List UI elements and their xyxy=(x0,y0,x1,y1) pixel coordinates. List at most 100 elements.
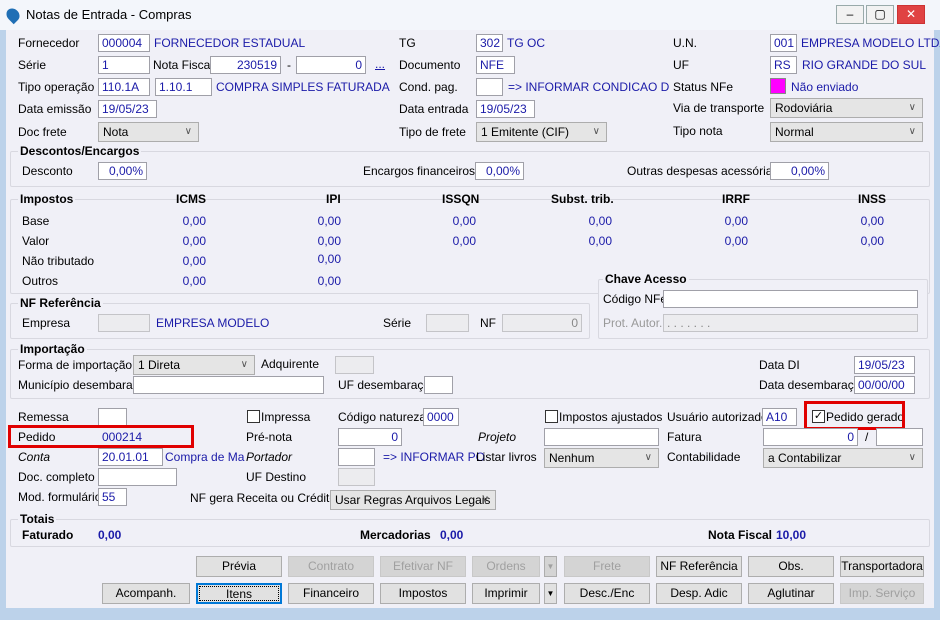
tg-input[interactable]: 302 xyxy=(476,34,503,52)
close-button[interactable]: ✕ xyxy=(897,5,925,24)
status-nfe-label: Status NFe xyxy=(673,80,734,94)
codigo-nfe-input[interactable] xyxy=(663,290,918,308)
financeiro-button[interactable]: Financeiro xyxy=(288,583,374,604)
fatura-label: Fatura xyxy=(667,430,702,444)
maximize-button[interactable]: ▢ xyxy=(866,5,894,24)
nf-referencia-button[interactable]: NF Referência xyxy=(656,556,742,577)
outras-input[interactable]: 0,00% xyxy=(770,162,829,180)
mercadorias-value: 0,00 xyxy=(440,528,464,542)
impressa-checkbox[interactable] xyxy=(247,410,260,423)
mercadorias-label: Mercadorias xyxy=(360,528,431,542)
row-label: Base xyxy=(22,214,50,228)
listar-livros-select[interactable]: Nenhum xyxy=(544,448,659,468)
col-icms: ICMS xyxy=(176,192,206,206)
desc-enc-button[interactable]: Desc./Enc xyxy=(564,583,650,604)
cell-value: 0,00 xyxy=(182,234,206,248)
data-di-input[interactable]: 19/05/23 xyxy=(854,356,915,374)
col-irrf: IRRF xyxy=(722,192,750,206)
usuario-autorizado-input[interactable]: A10 xyxy=(762,408,797,426)
uf-desembaraco-input[interactable] xyxy=(424,376,453,394)
tipo-operacao-desc: COMPRA SIMPLES FATURADA ( 0 ve: xyxy=(216,80,392,94)
pre-nota-input[interactable]: 0 xyxy=(338,428,402,446)
fatura-input[interactable]: 0 xyxy=(763,428,858,446)
outras-label: Outras despesas acessórias xyxy=(627,164,779,178)
data-desembaraco-input[interactable]: 00/00/00 xyxy=(854,376,915,394)
desconto-input[interactable]: 0,00% xyxy=(98,162,147,180)
nota-fiscal-input[interactable]: 230519 xyxy=(210,56,281,74)
obs-button[interactable]: Obs. xyxy=(748,556,834,577)
contrato-button[interactable]: Contrato xyxy=(288,556,374,577)
contabilidade-select[interactable]: a Contabilizar xyxy=(763,448,923,468)
nf-ref-serie-input[interactable] xyxy=(426,314,469,332)
nf-ref-nf-input[interactable]: 0 xyxy=(502,314,582,332)
impostos-ajustados-label: Impostos ajustados xyxy=(559,410,663,424)
previa-button[interactable]: Prévia xyxy=(196,556,282,577)
imp-servico-button[interactable]: Imp. Serviço xyxy=(840,583,924,604)
row-label: Valor xyxy=(22,234,50,248)
nf-gera-select[interactable]: Usar Regras Arquivos Legais xyxy=(330,490,496,510)
imprimir-dropdown-arrow-icon[interactable]: ▼ xyxy=(544,583,557,604)
imprimir-button[interactable]: Imprimir xyxy=(472,583,540,604)
ordens-button[interactable]: Ordens xyxy=(472,556,540,577)
cond-pag-input[interactable] xyxy=(476,78,503,96)
transportadora-button[interactable]: Transportadora xyxy=(840,556,924,577)
fatura2-input[interactable] xyxy=(876,428,923,446)
cell-value: 0,00 xyxy=(860,234,884,248)
nf-gera-label: NF gera Receita ou Crédito xyxy=(190,491,337,505)
itens-button[interactable]: Itens xyxy=(196,583,282,604)
tipo-frete-select[interactable]: 1 Emitente (CIF) xyxy=(476,122,607,142)
uf-destino-input[interactable] xyxy=(338,468,375,486)
status-nfe: Não enviado xyxy=(791,80,859,94)
prot-autor-input[interactable]: . . . . . . . xyxy=(663,314,918,332)
col-inss: INSS xyxy=(858,192,887,206)
empresa-input[interactable] xyxy=(98,314,150,332)
portador-input[interactable] xyxy=(338,448,375,466)
data-di-label: Data DI xyxy=(759,358,800,372)
mod-formulario-label: Mod. formulário xyxy=(18,490,102,504)
serie-input[interactable]: 1 xyxy=(98,56,150,74)
documento-input[interactable]: NFE xyxy=(476,56,515,74)
adquirente-input[interactable] xyxy=(335,356,374,374)
nota-fiscal-total-value: 10,00 xyxy=(776,528,807,542)
data-entrada-input[interactable]: 19/05/23 xyxy=(476,100,535,118)
cell-value: 0,00 xyxy=(860,214,884,228)
acompanh-button[interactable]: Acompanh. xyxy=(102,583,190,604)
impostos-ajustados-checkbox[interactable] xyxy=(545,410,558,423)
forma-importacao-select[interactable]: 1 Direta xyxy=(133,355,255,375)
col-subst-trib: Subst. trib. xyxy=(551,192,614,206)
efetivar-nf-button[interactable]: Efetivar NF xyxy=(380,556,466,577)
encargos-input[interactable]: 0,00% xyxy=(475,162,524,180)
lookup-button[interactable]: ... xyxy=(375,57,385,71)
frete-button[interactable]: Frete xyxy=(564,556,650,577)
ordens-dropdown-arrow-icon[interactable]: ▼ xyxy=(544,556,557,577)
desp-adic-button[interactable]: Desp. Adic xyxy=(656,583,742,604)
impostos-button[interactable]: Impostos xyxy=(380,583,466,604)
municipio-input[interactable] xyxy=(133,376,324,394)
tipo-operacao-cfop-input[interactable]: 1.10.1 xyxy=(155,78,212,96)
nota-fiscal-seq-input[interactable]: 0 xyxy=(296,56,366,74)
fornecedor-code-input[interactable]: 000004 xyxy=(98,34,150,52)
cell-value: 0,00 xyxy=(588,214,612,228)
via-transporte-select[interactable]: Rodoviária xyxy=(770,98,923,118)
desconto-label: Desconto xyxy=(22,164,73,178)
minimize-button[interactable]: – xyxy=(836,5,864,24)
codigo-natureza-input[interactable]: 0000 xyxy=(423,408,459,426)
projeto-input[interactable] xyxy=(544,428,659,446)
doc-completo-input[interactable] xyxy=(98,468,177,486)
tipo-nota-select[interactable]: Normal xyxy=(770,122,923,142)
remessa-label: Remessa xyxy=(18,410,69,424)
un-input[interactable]: 001 xyxy=(770,34,797,52)
remessa-input[interactable] xyxy=(98,408,127,426)
pre-nota-label: Pré-nota xyxy=(246,430,293,444)
conta-label: Conta xyxy=(18,450,51,464)
doc-frete-select[interactable]: Nota xyxy=(98,122,199,142)
uf-input[interactable]: RS xyxy=(770,56,797,74)
importacao-title: Importação xyxy=(18,342,87,356)
cell-value: 0,00 xyxy=(182,274,206,288)
conta-input[interactable]: 20.01.01 xyxy=(98,448,163,466)
data-emissao-input[interactable]: 19/05/23 xyxy=(98,100,157,118)
faturado-value: 0,00 xyxy=(98,528,122,542)
tipo-operacao-input[interactable]: 110.1A xyxy=(98,78,150,96)
aglutinar-button[interactable]: Aglutinar xyxy=(748,583,834,604)
mod-formulario-input[interactable]: 55 xyxy=(98,488,127,506)
